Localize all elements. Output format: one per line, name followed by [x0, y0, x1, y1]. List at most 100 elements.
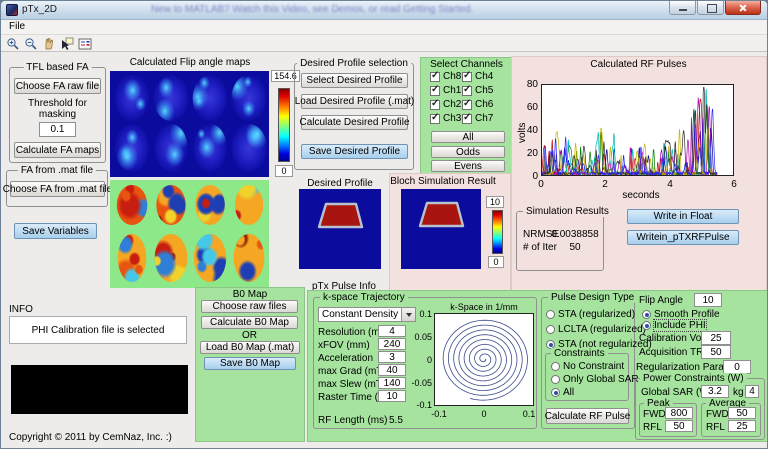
channel-label-ch6[interactable]: Ch6: [475, 99, 493, 110]
load-desired-profile-button[interactable]: Load Desired Profile (.mat): [295, 94, 414, 109]
include-phi-radio[interactable]: [642, 321, 651, 330]
avg-fwd-input[interactable]: 50: [728, 407, 756, 419]
channel-checkbox-ch3[interactable]: [430, 112, 440, 124]
no-constraint-label[interactable]: No Constraint: [563, 361, 624, 372]
bloch-colorbar: [492, 210, 503, 254]
calibration-voltage-input[interactable]: 25: [701, 331, 731, 345]
channel-checkbox-ch1[interactable]: [430, 84, 440, 96]
channel-checkbox-ch7[interactable]: [462, 112, 472, 124]
only-global-sar-label[interactable]: Only Global SAR: [563, 374, 639, 385]
calculate-fa-maps-button[interactable]: Calculate FA maps: [14, 142, 101, 158]
rf-ytick-20: 20: [526, 148, 538, 159]
calculate-desired-profile-button[interactable]: Calculate Desired Profile: [299, 115, 410, 130]
regularization-parameter-input[interactable]: 0: [723, 360, 751, 374]
choose-fa-from-mat-button[interactable]: Choose FA from .mat file: [3, 181, 112, 197]
global-sar-input[interactable]: 3.2: [701, 385, 729, 398]
channel-label-ch4[interactable]: Ch4: [475, 71, 493, 82]
xfov-label: xFOV (mm): [318, 340, 370, 351]
peak-fwd-input[interactable]: 800: [665, 407, 693, 419]
lclta-regularized-label[interactable]: LCLTA (regularized): [558, 324, 646, 335]
acceleration-input[interactable]: 3: [378, 351, 406, 363]
rf-ytick-40: 40: [526, 125, 538, 136]
smooth-profile-label[interactable]: Smooth Profile: [654, 309, 720, 320]
kspace-ytick-2: 0: [426, 355, 432, 365]
or-label: OR: [242, 330, 257, 341]
data-cursor-icon[interactable]: [59, 36, 75, 51]
info-label: INFO: [9, 304, 33, 315]
channels-all-button[interactable]: All: [431, 131, 505, 143]
only-global-sar-radio[interactable]: [551, 375, 560, 384]
constraints-all-radio[interactable]: [551, 388, 560, 397]
channel-checkbox-ch5[interactable]: [462, 84, 472, 96]
fa-from-mat-legend: FA from .mat file: [17, 165, 97, 176]
write-in-float-button[interactable]: Write in Float: [627, 209, 739, 224]
menu-bar: File: [1, 20, 767, 35]
zoom-in-icon[interactable]: [5, 36, 21, 51]
channel-checkbox-ch4[interactable]: [462, 70, 472, 82]
kg-input[interactable]: 4: [745, 385, 759, 398]
trajectory-dropdown[interactable]: Constant Density Spiral: [318, 307, 416, 322]
tfl-based-fa-legend: TFL based FA: [23, 62, 92, 73]
rf-xtick-6: 6: [731, 179, 737, 190]
max-slew-input[interactable]: 140: [378, 377, 406, 389]
channel-label-ch8[interactable]: Ch8: [443, 71, 461, 82]
channel-label-ch3[interactable]: Ch3: [443, 113, 461, 124]
save-variables-button[interactable]: Save Variables: [14, 223, 97, 239]
flip-angle-input[interactable]: 10: [694, 293, 722, 307]
lclta-regularized-radio[interactable]: [546, 325, 555, 334]
choose-fa-raw-file-button[interactable]: Choose FA raw file: [14, 78, 101, 94]
kspace-xtick-1: 0: [481, 409, 487, 419]
include-phi-label[interactable]: Include PHI: [653, 319, 707, 332]
desired-profile-selection-legend: Desired Profile selection: [297, 58, 411, 69]
channel-checkbox-ch6[interactable]: [462, 98, 472, 110]
constraints-all-label[interactable]: All: [563, 387, 574, 398]
raster-time-input[interactable]: 10: [378, 390, 406, 402]
smooth-profile-radio[interactable]: [642, 310, 651, 319]
avg-rfl-input[interactable]: 25: [728, 420, 756, 432]
channel-label-ch5[interactable]: Ch5: [475, 85, 493, 96]
legend-icon[interactable]: [77, 36, 93, 51]
load-b0-map-button[interactable]: Load B0 Map (.mat): [200, 341, 300, 354]
writein-ptxrfpulse-button[interactable]: Writein_pTXRFPulse: [627, 230, 739, 245]
close-button[interactable]: [725, 1, 761, 15]
rf-xtick-2: 2: [602, 179, 608, 190]
rf-xtick-4: 4: [667, 179, 673, 190]
rf-pulses-chart: [541, 84, 734, 177]
channels-odds-button[interactable]: Odds: [431, 146, 505, 158]
calculate-rf-pulse-button[interactable]: Calculate RF Pulse: [545, 408, 630, 424]
channels-evens-button[interactable]: Evens: [431, 160, 505, 172]
choose-raw-files-button[interactable]: Choose raw files: [201, 300, 298, 313]
threshold-input[interactable]: 0.1: [39, 122, 76, 137]
channel-checkbox-ch2[interactable]: [430, 98, 440, 110]
xfov-input[interactable]: 240: [378, 338, 406, 350]
save-desired-profile-button[interactable]: Save Desired Profile: [301, 144, 408, 159]
app-icon: [6, 4, 18, 16]
max-grad-input[interactable]: 40: [378, 364, 406, 376]
sta-regularized-label[interactable]: STA (regularized): [558, 309, 635, 320]
background-watermark: New to MATLAB? Watch this Video, see Dem…: [151, 4, 474, 15]
resolution-input[interactable]: 4: [378, 325, 406, 337]
iter-value: 50: [569, 242, 581, 253]
channel-checkbox-ch8[interactable]: [430, 70, 440, 82]
menu-file[interactable]: File: [9, 21, 25, 32]
title-bar[interactable]: pTx_2D New to MATLAB? Watch this Video, …: [1, 1, 767, 20]
save-b0-map-button[interactable]: Save B0 Map: [204, 357, 296, 370]
simulation-results-legend: Simulation Results: [523, 206, 612, 217]
pulse-design-type-legend: Pulse Design Type: [548, 292, 638, 303]
peak-rfl-input[interactable]: 50: [665, 420, 693, 432]
minimize-button[interactable]: [669, 1, 696, 15]
calculate-b0-map-button[interactable]: Calculate B0 Map: [201, 316, 298, 329]
window-title: pTx_2D: [22, 4, 58, 15]
channel-label-ch1[interactable]: Ch1: [443, 85, 461, 96]
acquisition-tr-input[interactable]: 50: [701, 345, 731, 359]
maximize-button[interactable]: [697, 1, 724, 15]
constraints-legend: Constraints: [551, 348, 608, 359]
channel-label-ch7[interactable]: Ch7: [475, 113, 493, 124]
channel-label-ch2[interactable]: Ch2: [443, 99, 461, 110]
phase-maps-plot: [110, 180, 269, 288]
zoom-out-icon[interactable]: [23, 36, 39, 51]
pan-icon[interactable]: [41, 36, 57, 51]
no-constraint-radio[interactable]: [551, 362, 560, 371]
sta-regularized-radio[interactable]: [546, 310, 555, 319]
select-desired-profile-button[interactable]: Select Desired Profile: [301, 73, 408, 88]
